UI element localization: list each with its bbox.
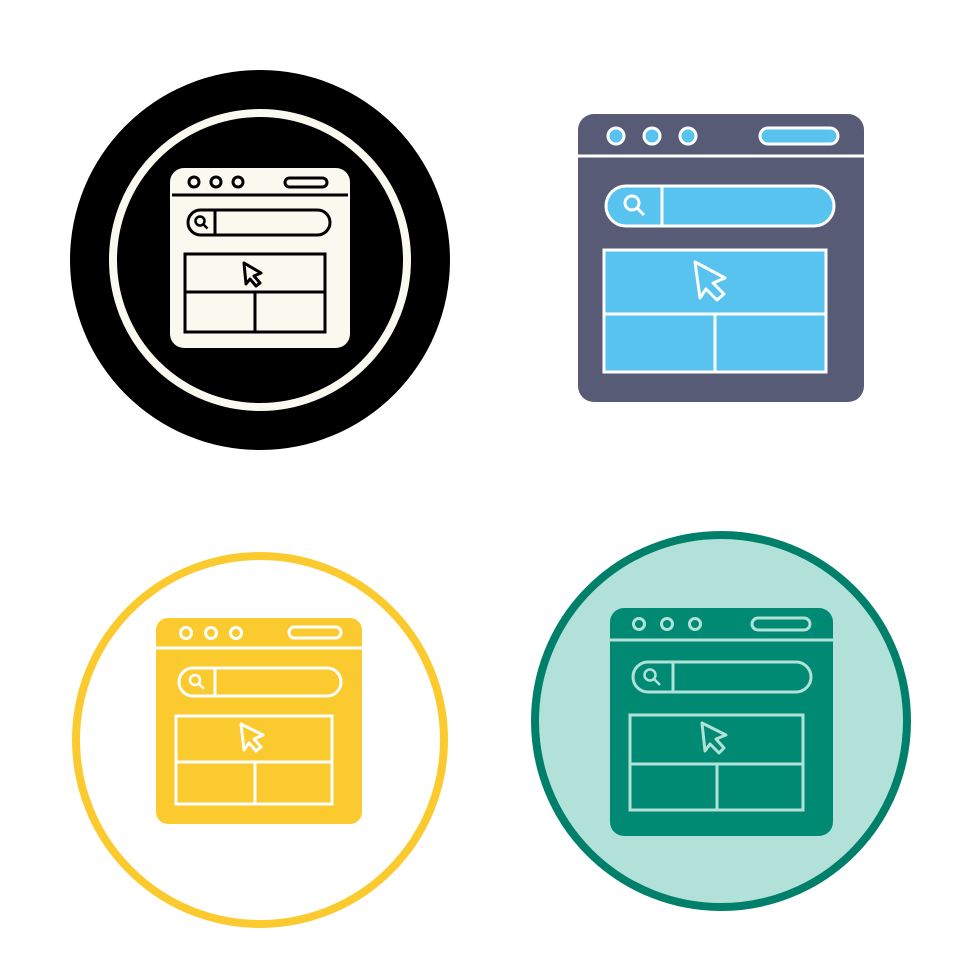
icon-filled-circle bbox=[521, 521, 921, 921]
web-browser-icon bbox=[531, 531, 911, 911]
icon-flat bbox=[540, 60, 940, 460]
icon-outline-circle bbox=[60, 540, 460, 940]
icon-glyph-circle bbox=[60, 60, 460, 460]
web-browser-icon bbox=[72, 552, 448, 928]
search-bar bbox=[604, 184, 836, 228]
web-browser-icon bbox=[70, 70, 450, 450]
browser-window bbox=[610, 608, 833, 836]
icon-set bbox=[0, 0, 980, 980]
window-controls-pill bbox=[758, 126, 840, 146]
window-dot-icon bbox=[642, 126, 662, 146]
window-dot-icon bbox=[678, 126, 698, 146]
window-dot-icon bbox=[606, 126, 626, 146]
web-browser-icon bbox=[578, 114, 864, 402]
